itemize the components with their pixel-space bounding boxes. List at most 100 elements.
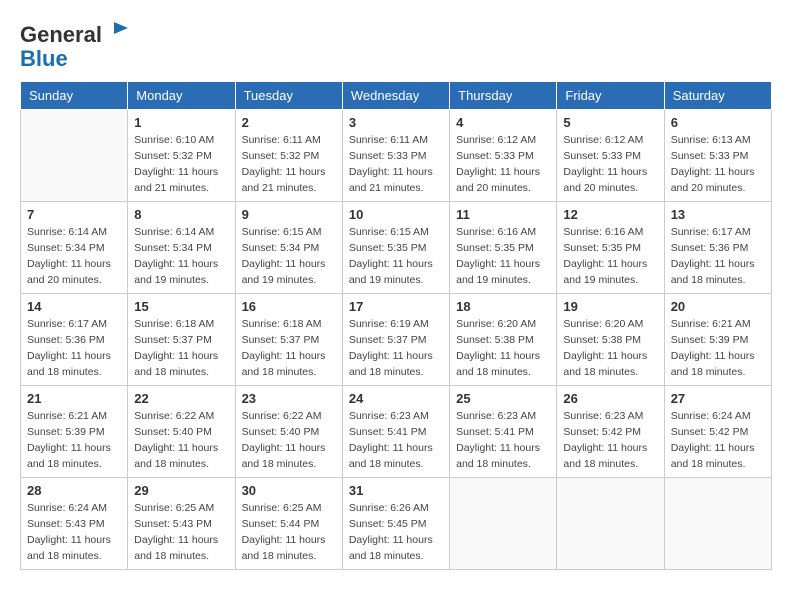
calendar-cell [557,478,664,570]
day-info: Sunrise: 6:16 AMSunset: 5:35 PMDaylight:… [563,225,657,288]
day-info-line: Sunset: 5:40 PM [242,426,320,438]
day-number: 25 [456,391,550,406]
day-info-line: Sunrise: 6:12 AM [563,134,643,146]
day-info-line: Daylight: 11 hours [134,350,218,362]
day-info: Sunrise: 6:24 AMSunset: 5:43 PMDaylight:… [27,501,121,564]
weekday-header-row: SundayMondayTuesdayWednesdayThursdayFrid… [21,82,772,110]
day-info: Sunrise: 6:21 AMSunset: 5:39 PMDaylight:… [671,317,765,380]
day-number: 27 [671,391,765,406]
day-info-line: and 18 minutes. [456,366,531,378]
day-info-line: and 20 minutes. [671,182,746,194]
day-info-line: Sunrise: 6:17 AM [27,318,107,330]
day-info-line: Sunrise: 6:13 AM [671,134,751,146]
calendar-cell: 9Sunrise: 6:15 AMSunset: 5:34 PMDaylight… [235,202,342,294]
day-number: 7 [27,207,121,222]
day-info-line: Daylight: 11 hours [134,166,218,178]
day-info-line: Daylight: 11 hours [456,442,540,454]
day-info-line: Daylight: 11 hours [671,258,755,270]
day-info-line: and 18 minutes. [563,458,638,470]
day-info-line: Sunrise: 6:25 AM [134,502,214,514]
logo-general: General [20,22,102,47]
day-number: 3 [349,115,443,130]
calendar-cell [21,110,128,202]
day-number: 5 [563,115,657,130]
day-info-line: Sunset: 5:37 PM [134,334,212,346]
day-info: Sunrise: 6:18 AMSunset: 5:37 PMDaylight:… [242,317,336,380]
calendar-cell: 13Sunrise: 6:17 AMSunset: 5:36 PMDayligh… [664,202,771,294]
calendar-cell: 22Sunrise: 6:22 AMSunset: 5:40 PMDayligh… [128,386,235,478]
day-number: 23 [242,391,336,406]
day-info: Sunrise: 6:19 AMSunset: 5:37 PMDaylight:… [349,317,443,380]
day-info-line: Daylight: 11 hours [349,166,433,178]
day-info-line: Sunset: 5:35 PM [563,242,641,254]
day-info-line: Daylight: 11 hours [456,258,540,270]
day-info-line: Sunrise: 6:20 AM [456,318,536,330]
day-info: Sunrise: 6:10 AMSunset: 5:32 PMDaylight:… [134,133,228,196]
calendar-cell: 14Sunrise: 6:17 AMSunset: 5:36 PMDayligh… [21,294,128,386]
day-number: 26 [563,391,657,406]
day-info: Sunrise: 6:23 AMSunset: 5:41 PMDaylight:… [456,409,550,472]
day-info-line: Sunset: 5:33 PM [671,150,749,162]
day-info-line: and 18 minutes. [349,366,424,378]
day-info-line: Sunset: 5:41 PM [349,426,427,438]
day-number: 21 [27,391,121,406]
calendar-cell: 28 Sunrise: 6:24 AMSunset: 5:43 PMDayligh… [21,478,128,570]
day-info-line: Daylight: 11 hours [242,166,326,178]
day-info-line: Daylight: 11 hours [27,350,111,362]
weekday-saturday: Saturday [664,82,771,110]
day-info-line: and 18 minutes. [27,550,102,562]
day-number: 22 [134,391,228,406]
day-number: 10 [349,207,443,222]
calendar-cell: 5 Sunrise: 6:12 AMSunset: 5:33 PMDaylight… [557,110,664,202]
day-info: Sunrise: 6:25 AMSunset: 5:44 PMDaylight:… [242,501,336,564]
day-info: Sunrise: 6:12 AMSunset: 5:33 PMDaylight:… [563,133,657,196]
day-info: Sunrise: 6:15 AMSunset: 5:34 PMDaylight:… [242,225,336,288]
day-info-line: Sunrise: 6:16 AM [456,226,536,238]
day-info-line: Sunrise: 6:26 AM [349,502,429,514]
day-info-line: and 18 minutes. [671,274,746,286]
day-info: Sunrise: 6:15 AMSunset: 5:35 PMDaylight:… [349,225,443,288]
day-info-line: Sunrise: 6:23 AM [563,410,643,422]
day-info-line: Sunrise: 6:11 AM [242,134,321,146]
weekday-sunday: Sunday [21,82,128,110]
day-info-line: Sunrise: 6:15 AM [242,226,322,238]
day-number: 8 [134,207,228,222]
day-info-line: Sunset: 5:42 PM [671,426,749,438]
day-info-line: Sunrise: 6:11 AM [349,134,428,146]
weekday-thursday: Thursday [450,82,557,110]
weekday-monday: Monday [128,82,235,110]
day-info: Sunrise: 6:11 AMSunset: 5:32 PMDaylight:… [242,133,336,196]
day-info: Sunrise: 6:22 AMSunset: 5:40 PMDaylight:… [242,409,336,472]
day-number: 30 [242,483,336,498]
day-info-line: Sunset: 5:41 PM [456,426,534,438]
day-info-line: Sunset: 5:35 PM [456,242,534,254]
day-info-line: and 18 minutes. [134,458,209,470]
calendar-cell [450,478,557,570]
calendar-cell: 21Sunrise: 6:21 AMSunset: 5:39 PMDayligh… [21,386,128,478]
calendar-cell: 15Sunrise: 6:18 AMSunset: 5:37 PMDayligh… [128,294,235,386]
calendar-cell: 7Sunrise: 6:14 AMSunset: 5:34 PMDaylight… [21,202,128,294]
calendar-cell: 30 Sunrise: 6:25 AMSunset: 5:44 PMDayligh… [235,478,342,570]
day-info: Sunrise: 6:20 AMSunset: 5:38 PMDaylight:… [456,317,550,380]
day-info-line: Sunset: 5:44 PM [242,518,320,530]
day-info-line: Daylight: 11 hours [242,534,326,546]
calendar-cell: 11 Sunrise: 6:16 AM Sunset: 5:35 PM Dayligh… [450,202,557,294]
day-number: 29 [134,483,228,498]
calendar-week-4: 21Sunrise: 6:21 AMSunset: 5:39 PMDayligh… [21,386,772,478]
day-number: 11 [456,207,550,222]
calendar-cell: 20Sunrise: 6:21 AMSunset: 5:39 PMDayligh… [664,294,771,386]
weekday-wednesday: Wednesday [342,82,449,110]
day-number: 12 [563,207,657,222]
day-info-line: Sunset: 5:35 PM [349,242,427,254]
day-info-line: and 19 minutes. [242,274,317,286]
day-info-line: Sunset: 5:33 PM [456,150,534,162]
day-info-line: Daylight: 11 hours [242,350,326,362]
day-number: 28 [27,483,121,498]
day-info-line: and 21 minutes. [242,182,317,194]
calendar-cell: 8 Sunrise: 6:14 AMSunset: 5:34 PMDaylight… [128,202,235,294]
day-info: Sunrise: 6:14 AMSunset: 5:34 PMDaylight:… [134,225,228,288]
day-info-line: and 18 minutes. [671,366,746,378]
day-info-line: and 18 minutes. [349,550,424,562]
day-info-line: Sunrise: 6:24 AM [671,410,751,422]
day-info-line: and 20 minutes. [27,274,102,286]
